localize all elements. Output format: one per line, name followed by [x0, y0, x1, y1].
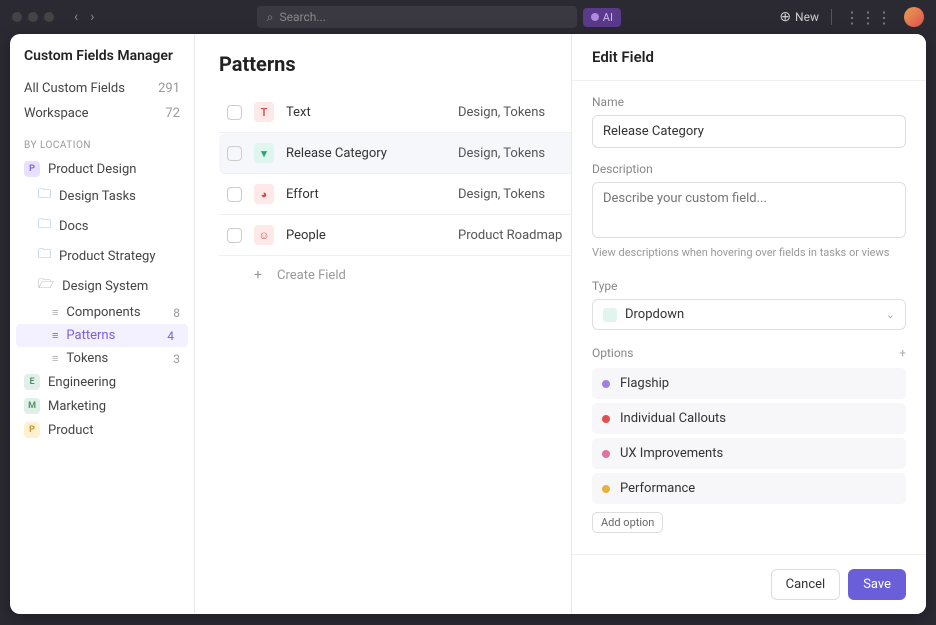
effort-field-icon: ◕ [254, 184, 274, 204]
sidebar-item-engineering[interactable]: E Engineering [10, 370, 194, 394]
save-button[interactable]: Save [848, 569, 906, 600]
panel-footer: Cancel Save [572, 554, 926, 614]
divider [831, 9, 832, 25]
row-checkbox[interactable] [227, 146, 242, 161]
window-controls [12, 12, 54, 22]
folder-icon: 🗀 [38, 185, 51, 207]
plus-icon: + [249, 266, 267, 284]
description-input[interactable] [592, 182, 906, 238]
space-badge: P [24, 161, 40, 177]
option-ux-improvements[interactable]: UX Improvements [592, 438, 906, 469]
name-label: Name [592, 95, 906, 109]
sidebar-section-label: BY LOCATION [10, 126, 194, 157]
options-label: Options [592, 346, 634, 360]
sidebar-item-product-strategy[interactable]: 🗀 Product Strategy [10, 241, 194, 271]
topbar: ‹ › ⌕ Search... AI New ⋮⋮⋮ [0, 0, 936, 34]
add-option-icon[interactable]: + [899, 346, 906, 360]
sidebar-title: Custom Fields Manager [10, 48, 194, 76]
row-checkbox[interactable] [227, 105, 242, 120]
edit-panel: Edit Field Name Description View descrip… [571, 34, 926, 614]
search-icon: ⌕ [267, 10, 274, 25]
space-badge: M [24, 398, 40, 414]
main-window: Custom Fields Manager All Custom Fields … [10, 34, 926, 614]
sidebar-item-docs[interactable]: 🗀 Docs [10, 211, 194, 241]
text-field-icon: T [254, 102, 274, 122]
nav-back-icon[interactable]: ‹ [70, 7, 82, 27]
description-label: Description [592, 162, 906, 176]
apps-grid-icon[interactable]: ⋮⋮⋮ [844, 8, 892, 27]
option-color-dot [602, 415, 610, 423]
description-help: View descriptions when hovering over fie… [592, 246, 906, 259]
space-badge: P [24, 422, 40, 438]
sidebar-item-components[interactable]: ≡ Components 8 [10, 301, 194, 324]
new-button[interactable]: New [779, 9, 819, 25]
people-field-icon: ☺ [254, 225, 274, 245]
option-flagship[interactable]: Flagship [592, 368, 906, 399]
panel-title: Edit Field [572, 34, 926, 81]
option-color-dot [602, 380, 610, 388]
sidebar-item-product[interactable]: P Product [10, 418, 194, 442]
folder-icon: 🗀 [38, 215, 51, 237]
option-individual-callouts[interactable]: Individual Callouts [592, 403, 906, 434]
avatar[interactable] [904, 7, 924, 27]
type-select[interactable]: Dropdown ⌄ [592, 299, 906, 330]
search-input[interactable]: ⌕ Search... [257, 6, 577, 28]
sidebar-item-tokens[interactable]: ≡ Tokens 3 [10, 347, 194, 370]
folder-icon: 🗀 [38, 245, 51, 267]
list-icon: ≡ [52, 306, 58, 319]
row-checkbox[interactable] [227, 228, 242, 243]
option-performance[interactable]: Performance [592, 473, 906, 504]
search-wrap: ⌕ Search... AI [106, 6, 771, 28]
chevron-down-icon: ⌄ [886, 308, 895, 321]
row-checkbox[interactable] [227, 187, 242, 202]
nav-arrows: ‹ › [70, 7, 98, 27]
cancel-button[interactable]: Cancel [771, 569, 841, 600]
option-color-dot [602, 450, 610, 458]
list-icon: ≡ [52, 352, 58, 365]
nav-forward-icon[interactable]: › [86, 7, 98, 27]
name-input[interactable] [592, 115, 906, 148]
sidebar: Custom Fields Manager All Custom Fields … [10, 34, 195, 614]
dropdown-field-icon: ▾ [254, 143, 274, 163]
option-color-dot [602, 485, 610, 493]
add-option-button[interactable]: Add option [592, 512, 663, 533]
list-icon: ≡ [52, 329, 58, 342]
sidebar-item-product-design[interactable]: P Product Design [10, 157, 194, 181]
sidebar-item-design-system[interactable]: 🗁 Design System [10, 271, 194, 301]
search-placeholder: Search... [280, 10, 326, 24]
folder-open-icon: 🗁 [38, 275, 54, 297]
type-label: Type [592, 279, 906, 293]
sidebar-all-fields[interactable]: All Custom Fields 291 [10, 76, 194, 101]
dropdown-icon [603, 308, 617, 322]
options-header: Options + [592, 346, 906, 360]
topbar-right: New ⋮⋮⋮ [779, 7, 924, 27]
sidebar-item-patterns[interactable]: ≡ Patterns 4 [16, 324, 188, 347]
sidebar-item-design-tasks[interactable]: 🗀 Design Tasks [10, 181, 194, 211]
panel-body: Name Description View descriptions when … [572, 81, 926, 554]
ai-button[interactable]: AI [583, 8, 621, 27]
sidebar-item-marketing[interactable]: M Marketing [10, 394, 194, 418]
space-badge: E [24, 374, 40, 390]
sidebar-workspace[interactable]: Workspace 72 [10, 101, 194, 126]
